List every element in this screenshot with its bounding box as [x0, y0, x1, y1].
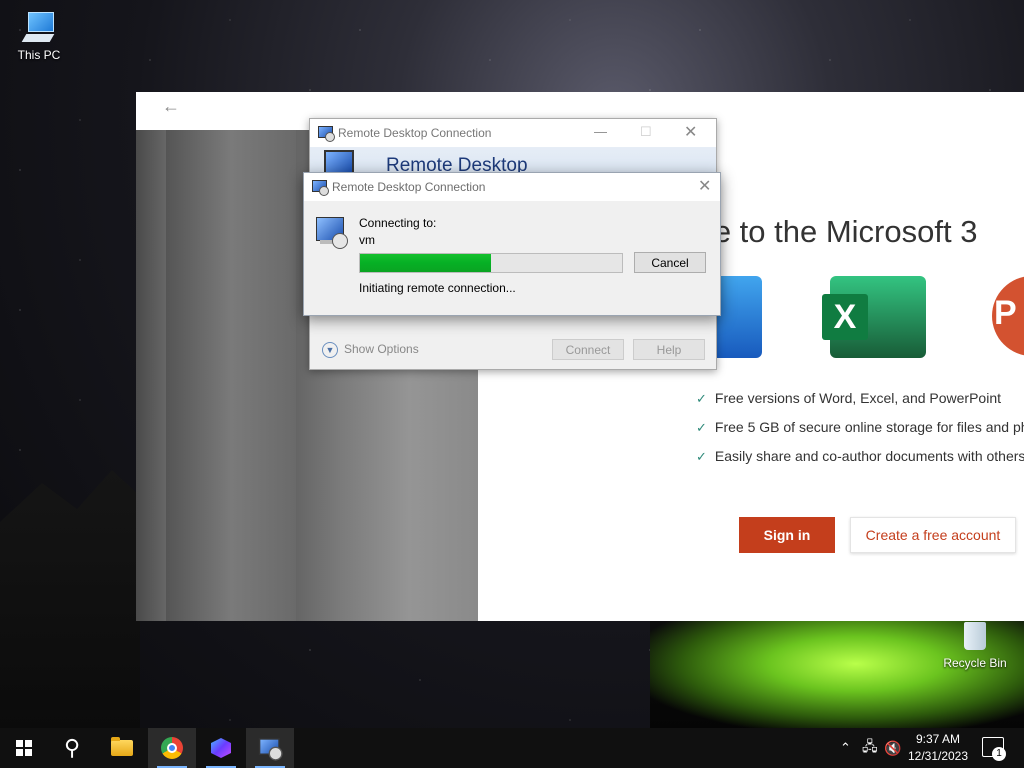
- window-title: Remote Desktop Connection: [338, 126, 492, 140]
- wallpaper-mountain: [0, 470, 140, 730]
- taskbar-chrome[interactable]: [148, 728, 196, 768]
- clock-date: 12/31/2023: [907, 749, 969, 763]
- computer-icon: [21, 10, 56, 44]
- create-account-button[interactable]: Create a free account: [850, 517, 1016, 553]
- excel-letter: X: [822, 294, 868, 340]
- remote-desktop-icon: [318, 126, 335, 142]
- show-options-toggle[interactable]: ▼ Show Options: [322, 342, 419, 358]
- desktop-icon-recycle-bin[interactable]: Recycle Bin: [940, 618, 1010, 670]
- feature-text: Free versions of Word, Excel, and PowerP…: [714, 390, 1001, 406]
- rdc-connecting-dialog: Remote Desktop Connection ✕ Connecting t…: [303, 172, 721, 316]
- connection-progress-bar: [359, 253, 623, 273]
- cancel-button[interactable]: Cancel: [634, 252, 706, 273]
- search-icon: ⚲: [63, 735, 81, 760]
- welcome-heading: me to the Microsoft 3: [688, 214, 978, 249]
- powerpoint-icon: P: [992, 276, 1024, 356]
- connecting-label: Connecting to:: [359, 216, 437, 230]
- desktop-icon-label: Recycle Bin: [943, 656, 1007, 670]
- check-icon: ✓: [696, 391, 707, 406]
- close-button[interactable]: ✕: [684, 122, 697, 142]
- powerpoint-letter: P: [994, 294, 1017, 332]
- sign-in-button[interactable]: Sign in: [739, 517, 835, 553]
- feature-text: Free 5 GB of secure online storage for f…: [714, 419, 1024, 435]
- check-icon: ✓: [696, 449, 707, 464]
- feature-list: ✓ Free versions of Word, Excel, and Power…: [696, 390, 1024, 477]
- back-arrow-icon[interactable]: ←: [162, 96, 180, 117]
- start-button[interactable]: [0, 728, 48, 768]
- network-icon[interactable]: 🖧: [862, 728, 878, 768]
- list-item: ✓ Easily share and co-author documents wi…: [696, 448, 1024, 477]
- desktop-icon-this-pc[interactable]: This PC: [4, 10, 74, 62]
- taskbar: ⚲ ⌃ 🖧 🔇 9:37 AM 12/31/2023 1: [0, 728, 1024, 768]
- remote-desktop-icon: [312, 180, 329, 196]
- clock[interactable]: 9:37 AM 12/31/2023: [898, 731, 978, 765]
- progress-fill: [360, 254, 491, 272]
- clock-time: 9:37 AM: [915, 732, 961, 746]
- search-button[interactable]: ⚲: [48, 728, 96, 768]
- rdc-main-titlebar[interactable]: Remote Desktop Connection — ☐ ✕: [310, 119, 716, 147]
- help-button[interactable]: Help: [633, 339, 705, 360]
- taskbar-copilot[interactable]: [197, 728, 245, 768]
- window-title: Remote Desktop Connection: [332, 180, 486, 194]
- chrome-icon: [161, 737, 183, 759]
- taskbar-file-explorer[interactable]: [98, 728, 146, 768]
- list-item: ✓ Free 5 GB of secure online storage for …: [696, 419, 1024, 448]
- remote-desktop-icon: [316, 217, 348, 249]
- notification-badge: 1: [992, 747, 1006, 761]
- feature-text: Easily share and co-author documents wit…: [714, 448, 1024, 464]
- show-options-label: Show Options: [344, 342, 419, 357]
- chevron-down-icon: ▼: [322, 342, 338, 358]
- connect-button[interactable]: Connect: [552, 339, 624, 360]
- host-name: vm: [359, 233, 375, 247]
- connection-status: Initiating remote connection...: [359, 281, 516, 295]
- maximize-button[interactable]: ☐: [640, 124, 652, 140]
- rdc-banner: Remote Desktop: [310, 147, 716, 175]
- recycle-bin-icon: [960, 618, 990, 652]
- desktop-icon-label: This PC: [17, 48, 61, 62]
- minimize-button[interactable]: —: [594, 124, 607, 139]
- check-icon: ✓: [696, 420, 707, 435]
- chevron-up-icon[interactable]: ⌃: [840, 728, 851, 768]
- copilot-icon: [211, 738, 231, 758]
- list-item: ✓ Free versions of Word, Excel, and Power…: [696, 390, 1024, 419]
- remote-desktop-icon: [258, 738, 283, 761]
- rdc-dialog-titlebar[interactable]: Remote Desktop Connection ✕: [304, 173, 720, 201]
- taskbar-remote-desktop[interactable]: [246, 728, 294, 768]
- excel-icon: X: [822, 276, 926, 358]
- close-button[interactable]: ✕: [698, 176, 711, 196]
- windows-logo-icon: [16, 740, 32, 756]
- folder-icon: [111, 737, 133, 756]
